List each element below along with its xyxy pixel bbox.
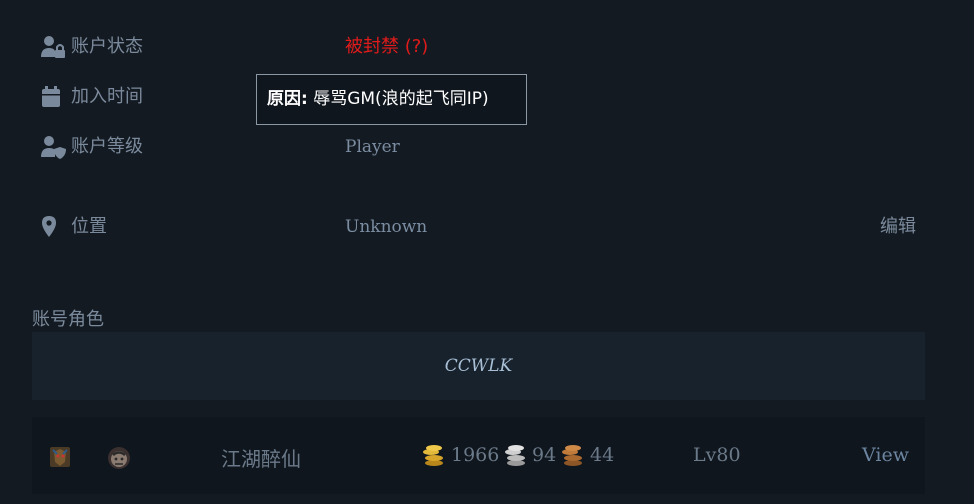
class-icon xyxy=(107,446,130,469)
tooltip-reason-text: 辱骂GM(浪的起飞同IP) xyxy=(313,89,489,109)
realm-header: CCWLK xyxy=(32,332,925,400)
copper-amount: 44 xyxy=(590,444,615,466)
location-row: 位置 Unknown 编辑 xyxy=(0,214,974,254)
gold-amount: 1966 xyxy=(451,444,500,466)
realm-name: CCWLK xyxy=(444,356,513,376)
copper-coin-icon xyxy=(561,443,583,467)
silver-coin-icon xyxy=(504,443,526,467)
gold-coin-icon xyxy=(422,443,444,467)
view-character-link[interactable]: View xyxy=(862,444,909,466)
race-icon xyxy=(49,446,71,468)
character-level: Lv80 xyxy=(693,444,741,466)
location-label: 位置 xyxy=(71,216,107,237)
tooltip-reason-label: 原因: xyxy=(267,89,308,109)
silver-amount: 94 xyxy=(532,444,557,466)
account-status-row: 账户状态 被封禁 (?) xyxy=(0,34,974,74)
user-lock-icon xyxy=(40,34,66,60)
account-level-label: 账户等级 xyxy=(71,136,143,157)
account-status-value[interactable]: 被封禁 (?) xyxy=(345,34,428,60)
edit-location-button[interactable]: 编辑 xyxy=(880,214,916,240)
user-shield-icon xyxy=(40,134,66,160)
map-marker-icon xyxy=(40,214,66,240)
account-level-value: Player xyxy=(345,137,400,157)
account-level-row: 账户等级 Player xyxy=(0,134,974,174)
account-status-label: 账户状态 xyxy=(71,36,143,57)
ban-reason-tooltip: 原因: 辱骂GM(浪的起飞同IP) xyxy=(256,74,527,125)
character-name: 江湖醉仙 xyxy=(221,447,301,471)
character-row[interactable]: 江湖醉仙 1966 94 44 Lv80 View xyxy=(32,417,925,494)
characters-section-title: 账号角色 xyxy=(32,309,104,330)
joined-label: 加入时间 xyxy=(71,86,143,107)
location-value: Unknown xyxy=(345,217,428,237)
calendar-icon xyxy=(40,84,66,110)
